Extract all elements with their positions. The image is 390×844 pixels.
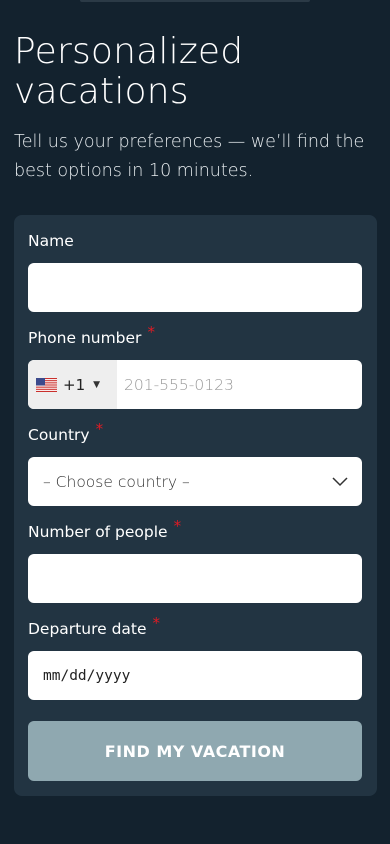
- name-input[interactable]: [28, 263, 362, 312]
- vacation-form: Name Phone number * +1 ▼ 201-555-0123 Co…: [14, 215, 377, 796]
- people-label: Number of people *: [28, 517, 181, 542]
- title-line-2: vacations: [14, 71, 189, 112]
- hero-section: Personalized vacations Tell us your pref…: [14, 32, 376, 186]
- required-asterisk: *: [173, 517, 182, 535]
- country-select[interactable]: – Choose country –: [28, 457, 362, 506]
- required-asterisk: *: [95, 420, 104, 438]
- phone-number-field[interactable]: 201-555-0123: [117, 360, 234, 409]
- chevron-down-icon: [332, 476, 348, 486]
- departure-date-input[interactable]: mm/dd/yyyy: [28, 651, 362, 700]
- name-label-text: Name: [28, 232, 74, 250]
- country-selected-value: – Choose country –: [43, 472, 190, 491]
- people-label-text: Number of people: [28, 523, 168, 541]
- date-placeholder: mm/dd/yyyy: [43, 667, 131, 684]
- dial-code: +1: [63, 375, 86, 394]
- page-subtitle: Tell us your preferences — we’ll find th…: [14, 132, 365, 181]
- find-vacation-button[interactable]: FIND MY VACATION: [28, 721, 362, 781]
- departure-label-text: Departure date: [28, 620, 147, 638]
- country-code-selector[interactable]: +1 ▼: [28, 360, 117, 409]
- required-asterisk: *: [152, 614, 161, 632]
- phone-input[interactable]: +1 ▼ 201-555-0123: [28, 360, 362, 409]
- title-line-1: Personalized: [14, 31, 244, 72]
- us-flag-icon: [36, 377, 57, 392]
- phone-label-text: Phone number: [28, 329, 142, 347]
- required-asterisk: *: [147, 323, 155, 341]
- phone-label: Phone number *: [28, 323, 155, 348]
- phone-placeholder: 201-555-0123: [124, 375, 234, 394]
- country-label: Country *: [28, 420, 103, 445]
- find-vacation-label: FIND MY VACATION: [104, 741, 286, 761]
- page-title: Personalized vacations: [14, 32, 376, 112]
- country-label-text: Country: [28, 426, 90, 444]
- status-bar-hint: [80, 0, 310, 2]
- departure-label: Departure date *: [28, 614, 160, 639]
- caret-down-icon: ▼: [93, 379, 101, 390]
- name-label: Name: [28, 231, 74, 251]
- people-input[interactable]: [28, 554, 362, 603]
